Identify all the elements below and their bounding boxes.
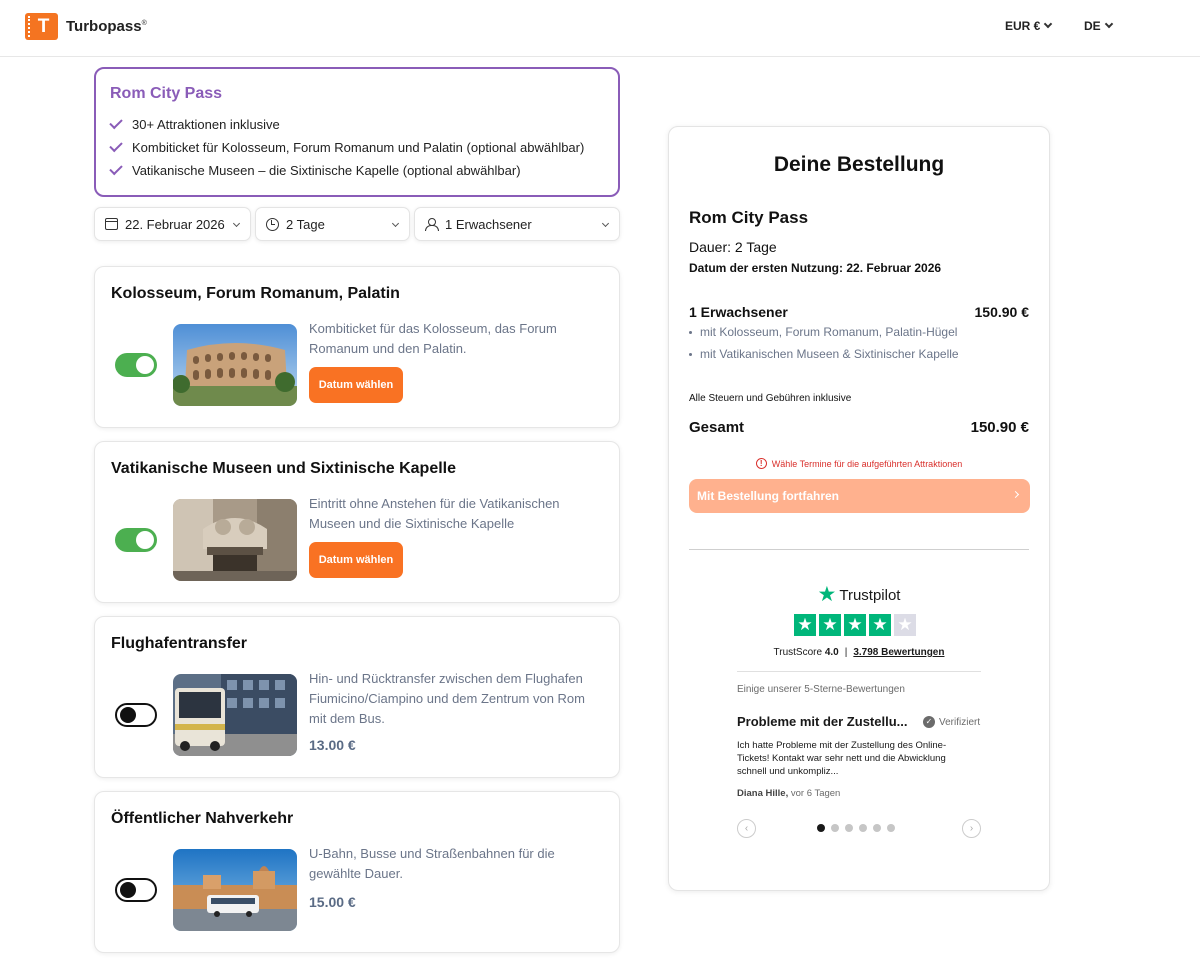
trustpilot-rating-stars: ★ ★ ★ ★ ★ [794,614,916,636]
logo-icon: T [25,13,58,40]
divider [737,671,981,672]
tax-note: Alle Steuern und Gebühren inklusive [689,393,852,404]
toggle-knob [120,882,136,898]
pass-feature: 30+ Attraktionen inklusive [109,113,604,136]
attraction-description: Hin- und Rücktransfer zwischen dem Flugh… [309,671,585,726]
check-icon [109,115,123,130]
attraction-card-public-transport: Öffentlicher Nahverkehr U-Bahn, Busse un… [94,791,620,953]
carousel-dot[interactable] [887,824,895,832]
review-author: Diana Hille, vor 6 Tagen [737,788,841,799]
order-title: Deine Bestellung [773,153,945,176]
choose-date-button[interactable]: Datum wählen [309,542,403,578]
trustpilot-logo[interactable]: ★ Trustpilot [669,583,1049,606]
chevron-down-icon [1104,19,1113,29]
divider [689,549,1029,550]
carousel-dot[interactable] [845,824,853,832]
continue-order-button[interactable]: Mit Bestellung fortfahren [689,479,1030,513]
order-included-item: mit Vatikanischen Museen & Sixtinischer … [689,347,959,361]
bus-image [173,674,297,756]
check-icon [109,138,123,153]
bullet-icon [689,352,692,356]
star-icon: ★ [794,614,816,636]
pass-title: Rom City Pass [110,85,223,102]
attraction-toggle[interactable] [115,703,157,727]
attraction-price: 13.00 € [309,737,356,753]
attraction-title: Kolosseum, Forum Romanum, Palatin [111,285,400,302]
currency-selector[interactable]: EUR € [1005,19,1053,33]
carousel-dot[interactable] [859,824,867,832]
chevron-right-icon [1011,490,1020,499]
warning-icon: ! [755,458,767,469]
carousel-dot[interactable] [873,824,881,832]
verified-icon: ✓ [923,716,935,728]
reviews-subtitle: Einige unserer 5-Sterne-Bewertungen [737,684,905,695]
order-summary-panel: Deine Bestellung Rom City Pass Dauer: 2 … [668,126,1050,891]
trustpilot-star-icon: ★ [817,583,837,606]
reviews-count-link[interactable]: 3.798 Bewertungen [853,647,944,658]
calendar-icon [105,218,118,230]
attraction-toggle[interactable] [115,353,157,377]
date-selector[interactable]: 22. Februar 2026 [94,207,251,241]
star-icon: ★ [819,614,841,636]
verified-badge: ✓ Verifiziert [923,716,980,728]
carousel-dots [817,824,895,832]
chevron-left-icon[interactable]: ‹ [737,819,756,838]
attraction-title: Flughafentransfer [111,635,248,652]
logo-text: Turbopass® [66,18,147,35]
chevron-right-icon[interactable]: › [962,819,981,838]
vatican-image [173,499,297,581]
chevron-down-icon [232,219,241,228]
toggle-knob [120,707,136,723]
bullet-icon [689,330,692,334]
order-pass-name: Rom City Pass [689,208,809,227]
carousel-dot[interactable] [831,824,839,832]
duration-selector[interactable]: 2 Tage [255,207,410,241]
review-title[interactable]: Probleme mit der Zustellu... [737,714,907,729]
colosseum-image [173,324,297,406]
attraction-card-airport-transfer: Flughafentransfer Hin- und Rücktransfer … [94,616,620,778]
star-icon: ★ [894,614,916,636]
order-line-item: 1 Erwachsener 150.90 € [689,304,1029,320]
travelers-selector[interactable]: 1 Erwachsener [414,207,620,241]
chevron-down-icon [601,219,610,228]
review-carousel-nav: ‹ › [737,819,981,838]
language-selector[interactable]: DE [1084,19,1113,33]
check-icon [109,161,123,176]
attraction-title: Vatikanische Museen und Sixtinische Kape… [111,460,457,477]
toggle-knob [136,531,154,549]
order-duration: Dauer: 2 Tage [689,239,777,255]
attraction-description: U-Bahn, Busse und Straßenbahnen für die … [309,846,555,881]
attraction-description: Kombiticket für das Kolosseum, das Forum… [309,321,557,356]
review-body: Ich hatte Probleme mit der Zustellung de… [737,740,947,777]
attraction-title: Öffentlicher Nahverkehr [111,810,294,827]
attraction-description: Eintritt ohne Anstehen für die Vatikanis… [309,496,560,531]
chevron-down-icon [391,219,400,228]
attraction-card-vatican: Vatikanische Museen und Sixtinische Kape… [94,441,620,603]
pass-summary-box: Rom City Pass 30+ Attraktionen inklusive… [94,67,620,197]
tram-image [173,849,297,931]
turbopass-logo[interactable]: T Turbopass® [25,13,147,40]
chevron-down-icon [1044,19,1053,29]
attraction-toggle[interactable] [115,528,157,552]
trustscore: TrustScore 4.0 | 3.798 Bewertungen [773,647,945,658]
date-warning: ! Wähle Termine für die aufgeführten Att… [669,458,1049,469]
carousel-dot[interactable] [817,824,825,832]
attraction-card-colosseum: Kolosseum, Forum Romanum, Palatin Kombit… [94,266,620,428]
order-first-use-date: Datum der ersten Nutzung: 22. Februar 20… [689,261,942,275]
attraction-toggle[interactable] [115,878,157,902]
pass-feature: Vatikanische Museen – die Sixtinische Ka… [109,159,604,182]
clock-icon [266,217,279,231]
user-icon [425,217,439,231]
star-icon: ★ [869,614,891,636]
choose-date-button[interactable]: Datum wählen [309,367,403,403]
top-bar: T Turbopass® EUR € DE [0,0,1200,57]
attraction-price: 15.00 € [309,894,356,910]
pass-feature: Kombiticket für Kolosseum, Forum Romanum… [109,136,604,159]
order-total: Gesamt 150.90 € [689,419,1029,436]
star-icon: ★ [844,614,866,636]
toggle-knob [136,356,154,374]
order-included-item: mit Kolosseum, Forum Romanum, Palatin-Hü… [689,325,957,339]
